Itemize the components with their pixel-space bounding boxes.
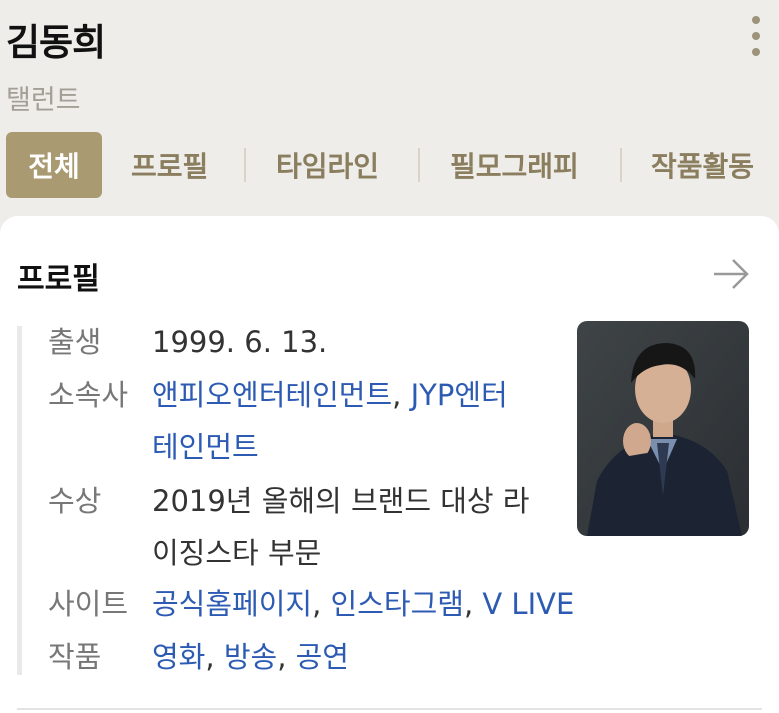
tab-bar: 전체 프로필 타임라인 필모그래피 작품활동 — [0, 132, 779, 198]
person-occupation: 탤런트 — [6, 85, 81, 116]
info-label: 작품 — [48, 640, 102, 674]
separator: , — [312, 587, 322, 621]
tab-all[interactable]: 전체 — [6, 132, 102, 198]
person-name: 김동희 — [6, 21, 106, 64]
works-link-performance[interactable]: 공연 — [296, 640, 349, 674]
arrow-right-icon[interactable] — [711, 256, 751, 292]
info-value: 이징스타 부문 — [152, 536, 322, 570]
tab-works[interactable]: 작품활동 — [651, 132, 754, 198]
profile-card: 프로필 출생 1999. 6. 13. 소속사 앤피오엔터테인먼트, JYP엔터… — [0, 216, 779, 713]
quote-bar — [17, 326, 22, 675]
agency-link[interactable]: 테인먼트 — [152, 430, 259, 464]
agency-link[interactable]: 앤피오엔터테인먼트 — [152, 378, 392, 412]
works-link-broadcast[interactable]: 방송 — [224, 640, 277, 674]
info-value: 1999. 6. 13. — [152, 325, 328, 359]
separator: , — [205, 640, 215, 674]
info-value: 영화, 방송, 공연 — [152, 631, 349, 683]
tab-separator — [244, 148, 246, 182]
info-label: 소속사 — [48, 378, 129, 412]
section-title: 프로필 — [17, 262, 100, 297]
section-divider — [17, 708, 762, 710]
site-link-vlive[interactable]: V LIVE — [482, 587, 574, 621]
info-label: 수상 — [48, 484, 102, 518]
more-vertical-icon[interactable] — [745, 14, 767, 58]
info-value: 2019년 올해의 브랜드 대상 라 — [152, 484, 530, 518]
separator: , — [277, 640, 287, 674]
separator: , — [463, 587, 474, 621]
site-link-instagram[interactable]: 인스타그램 — [331, 587, 464, 621]
tab-separator — [418, 148, 420, 182]
profile-photo[interactable] — [577, 321, 749, 536]
tab-filmography[interactable]: 필모그래피 — [450, 132, 579, 198]
works-link-movie[interactable]: 영화 — [152, 640, 205, 674]
agency-link[interactable]: JYP엔터 — [411, 378, 508, 412]
profile-header: 김동희 탤런트 전체 프로필 타임라인 필모그래피 작품활동 — [0, 0, 779, 232]
separator: , — [392, 378, 402, 412]
info-value: 테인먼트 — [152, 421, 259, 473]
site-link-official[interactable]: 공식홈페이지 — [152, 587, 312, 621]
info-value: 공식홈페이지, 인스타그램, V LIVE — [152, 578, 574, 630]
info-value: 앤피오엔터테인먼트, JYP엔터 — [152, 369, 508, 421]
info-label: 출생 — [48, 325, 102, 359]
tab-separator — [620, 148, 622, 182]
tab-profile[interactable]: 프로필 — [131, 132, 208, 198]
info-label: 사이트 — [48, 587, 129, 621]
tab-timeline[interactable]: 타임라인 — [276, 132, 379, 198]
